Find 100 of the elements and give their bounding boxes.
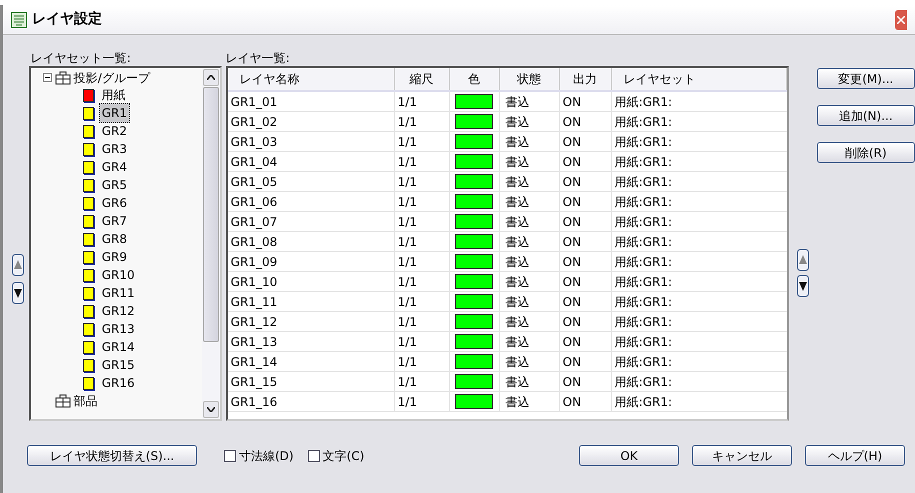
table-cell: 1/1 bbox=[394, 92, 450, 111]
column-header[interactable]: レイヤセット bbox=[612, 68, 787, 90]
tree-node[interactable]: 部品 bbox=[74, 392, 98, 410]
table-cell: GR1_09 bbox=[228, 252, 395, 271]
table-cell: ON bbox=[560, 112, 612, 131]
table-cell-text: 用紙:GR1: bbox=[614, 374, 674, 390]
tree-item[interactable]: GR7 bbox=[98, 211, 130, 231]
table-cell-text: 用紙:GR1: bbox=[614, 114, 674, 130]
table-cell: ON bbox=[560, 192, 612, 211]
table-cell: 1/1 bbox=[394, 232, 450, 251]
table-cell: ON bbox=[560, 132, 612, 151]
move-down-icon[interactable] bbox=[12, 282, 24, 304]
dialog-button[interactable]: OK bbox=[579, 445, 679, 466]
tree-item[interactable]: GR13 bbox=[98, 319, 138, 339]
window-title: レイヤ設定 bbox=[32, 10, 102, 29]
table-cell-text: 用紙:GR1: bbox=[614, 194, 674, 210]
table-cell: 書込 bbox=[500, 172, 560, 191]
table-cell: 1/1 bbox=[394, 172, 450, 191]
tree-item[interactable]: GR2 bbox=[98, 121, 130, 141]
table-cell: 書込 bbox=[500, 392, 560, 411]
table-cell: ON bbox=[560, 92, 612, 111]
table-cell-text: 用紙:GR1: bbox=[614, 334, 674, 350]
tree-item[interactable]: GR6 bbox=[98, 193, 130, 213]
app-icon bbox=[11, 12, 27, 28]
table-cell-text: 用紙:GR1: bbox=[614, 254, 674, 270]
tree-item[interactable]: GR1 bbox=[98, 103, 130, 123]
tree-item[interactable]: GR11 bbox=[98, 283, 138, 303]
table-cell: 1/1 bbox=[394, 192, 450, 211]
tree-item[interactable]: 用紙 bbox=[98, 85, 129, 105]
move-up-icon[interactable] bbox=[12, 254, 24, 276]
tree-item[interactable]: GR15 bbox=[98, 355, 138, 375]
table-cell: 書込 bbox=[500, 332, 560, 351]
table-cell: GR1_12 bbox=[228, 312, 395, 331]
dialog-button[interactable]: キャンセル bbox=[692, 445, 792, 466]
scroll-down-icon[interactable] bbox=[202, 401, 219, 418]
table-cell: GR1_15 bbox=[228, 372, 395, 391]
tree-node[interactable]: 投影/グループ bbox=[74, 68, 150, 86]
table-cell: GR1_13 bbox=[228, 332, 395, 351]
table-cell: GR1_07 bbox=[228, 212, 395, 231]
checkbox[interactable] bbox=[224, 450, 236, 462]
table-cell: ON bbox=[560, 332, 612, 351]
table-cell: 1/1 bbox=[394, 152, 450, 171]
table-cell: 書込 bbox=[500, 92, 560, 111]
table-cell: 1/1 bbox=[394, 352, 450, 371]
tree-item[interactable]: GR14 bbox=[98, 337, 138, 357]
table-cell-text: 用紙:GR1: bbox=[614, 154, 674, 170]
move-down-icon[interactable] bbox=[796, 275, 809, 297]
tree-item[interactable]: GR4 bbox=[98, 157, 130, 177]
scrollbar[interactable] bbox=[202, 68, 220, 419]
toggle-button[interactable]: レイヤ状態切替え(S)... bbox=[27, 445, 197, 466]
package-icon bbox=[54, 70, 71, 84]
table-cell: GR1_08 bbox=[228, 232, 395, 251]
table-cell: GR1_03 bbox=[228, 132, 395, 151]
tree-item[interactable]: GR3 bbox=[98, 139, 130, 159]
tree-item[interactable]: GR5 bbox=[98, 175, 130, 195]
close-button[interactable] bbox=[895, 10, 907, 30]
table-cell: ON bbox=[560, 152, 612, 171]
tree-item[interactable]: GR8 bbox=[98, 229, 130, 249]
table-cell-text: 用紙:GR1: bbox=[614, 294, 674, 310]
table-cell: 書込 bbox=[500, 372, 560, 391]
side-button[interactable]: 削除(R) bbox=[816, 142, 915, 163]
side-button[interactable]: 追加(N)... bbox=[816, 105, 915, 126]
table-cell: 書込 bbox=[500, 292, 560, 311]
table-cell: ON bbox=[560, 372, 612, 391]
table-cell-text: 用紙:GR1: bbox=[614, 174, 674, 190]
column-header[interactable]: 色 bbox=[450, 68, 500, 90]
section-label: レイヤ一覧: bbox=[226, 50, 291, 66]
column-header[interactable]: 縮尺 bbox=[394, 68, 450, 90]
table-cell: 書込 bbox=[500, 232, 560, 251]
table-cell: ON bbox=[560, 392, 612, 411]
table-cell-text: 用紙:GR1: bbox=[614, 354, 674, 370]
table-cell: GR1_01 bbox=[228, 92, 395, 111]
table-cell: 書込 bbox=[500, 152, 560, 171]
scroll-thumb[interactable] bbox=[202, 87, 219, 342]
tree-item[interactable]: GR9 bbox=[98, 247, 130, 267]
table-cell: GR1_02 bbox=[228, 112, 395, 131]
tree-item[interactable]: GR12 bbox=[98, 301, 138, 321]
table-cell: 書込 bbox=[500, 212, 560, 231]
side-button[interactable]: 変更(M)... bbox=[816, 68, 915, 89]
move-up-icon[interactable] bbox=[796, 249, 809, 271]
table-cell: 書込 bbox=[500, 132, 560, 151]
table-cell: GR1_05 bbox=[228, 172, 395, 191]
column-header[interactable]: 状態 bbox=[500, 68, 560, 90]
tree-item[interactable]: GR10 bbox=[98, 265, 138, 285]
table-cell: ON bbox=[560, 172, 612, 191]
table-cell: ON bbox=[560, 232, 612, 251]
dialog-button[interactable]: ヘルプ(H) bbox=[805, 445, 905, 466]
column-header[interactable]: 出力 bbox=[560, 68, 612, 90]
table-cell: GR1_14 bbox=[228, 352, 395, 371]
table-cell: GR1_04 bbox=[228, 152, 395, 171]
column-header[interactable]: レイヤ名称 bbox=[228, 68, 395, 90]
table-cell: 書込 bbox=[500, 192, 560, 211]
collapse-icon[interactable] bbox=[42, 73, 52, 82]
table-cell: 1/1 bbox=[394, 312, 450, 331]
scroll-up-icon[interactable] bbox=[202, 69, 219, 86]
checkbox[interactable] bbox=[308, 450, 320, 462]
table-cell: GR1_16 bbox=[228, 392, 395, 411]
table-cell: 1/1 bbox=[394, 372, 450, 391]
tree-item[interactable]: GR16 bbox=[98, 373, 138, 393]
table-cell-text: 用紙:GR1: bbox=[614, 134, 674, 150]
